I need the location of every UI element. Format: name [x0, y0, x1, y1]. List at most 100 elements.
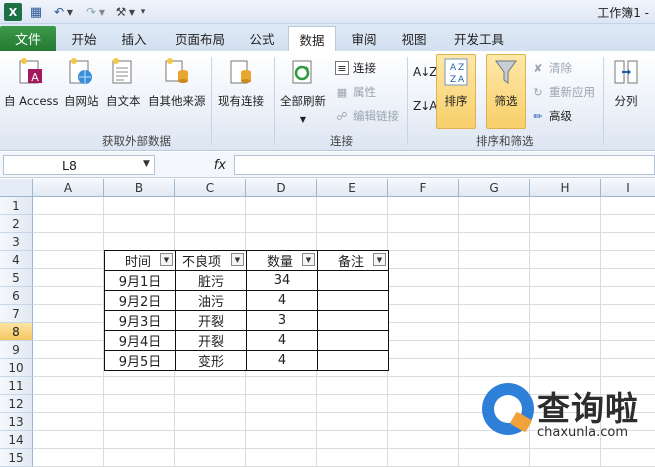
connections-button[interactable]: ≡ 连接 — [335, 60, 376, 76]
row-header-6[interactable]: 6 — [0, 287, 33, 305]
tools-dropdown-icon[interactable]: ▼ — [128, 3, 136, 21]
column-header-g[interactable]: G — [459, 179, 530, 197]
table-cell[interactable]: 变形 — [175, 350, 247, 371]
column-header-i[interactable]: I — [601, 179, 655, 197]
refresh-dropdown-icon[interactable]: ▼ — [300, 115, 306, 124]
table-cell[interactable]: 9月5日 — [104, 350, 176, 371]
table-cell[interactable]: 开裂 — [175, 310, 247, 331]
name-box[interactable]: L8 — [3, 155, 155, 175]
table-cell[interactable]: 4 — [246, 290, 318, 311]
save-icon[interactable]: ▦ — [27, 3, 45, 21]
sort-ascending-button[interactable]: A↓Z — [413, 65, 438, 79]
column-header-f[interactable]: F — [388, 179, 459, 197]
row-header-5[interactable]: 5 — [0, 269, 33, 287]
table-cell[interactable]: 4 — [246, 330, 318, 351]
gridline-vertical — [458, 197, 459, 467]
tab-file[interactable]: 文件 — [0, 26, 56, 51]
table-cell[interactable]: 3 — [246, 310, 318, 331]
tab-view[interactable]: 视图 — [392, 26, 436, 51]
customize-toolbar-icon[interactable]: ▾ — [138, 3, 148, 21]
filter-dropdown-icon[interactable]: ▼ — [231, 253, 244, 266]
reapply-button[interactable]: ↻ 重新应用 — [531, 84, 595, 100]
column-header-h[interactable]: H — [530, 179, 601, 197]
tab-review[interactable]: 审阅 — [342, 26, 386, 51]
from-access-button[interactable]: A 自 Access — [4, 57, 59, 109]
row-header-12[interactable]: 12 — [0, 395, 33, 413]
table-cell[interactable]: 开裂 — [175, 330, 247, 351]
row-header-7[interactable]: 7 — [0, 305, 33, 323]
row-header-8[interactable]: 8 — [0, 323, 33, 341]
tab-data[interactable]: 数据 — [288, 26, 336, 52]
filter-dropdown-icon[interactable]: ▼ — [302, 253, 315, 266]
column-header-d[interactable]: D — [246, 179, 317, 197]
table-cell[interactable] — [317, 350, 389, 371]
column-header-b[interactable]: B — [104, 179, 175, 197]
from-web-button[interactable]: 自网站 — [64, 57, 99, 109]
sort-az-icon: A↓Z — [413, 65, 438, 79]
ribbon-separator — [211, 57, 212, 145]
filter-dropdown-icon[interactable]: ▼ — [373, 253, 386, 266]
advanced-filter-button[interactable]: ✏ 高级 — [531, 108, 572, 124]
existing-connections-button[interactable]: 现有连接 — [218, 57, 264, 109]
table-cell[interactable]: 脏污 — [175, 270, 247, 291]
table-cell[interactable]: 9月1日 — [104, 270, 176, 291]
ribbon: A 自 Access 自网站 自文本 自其他来源 现有连接 获取外部数据 全部刷… — [0, 51, 655, 151]
name-box-dropdown-icon[interactable]: ▼ — [143, 159, 150, 169]
group-label-get-external: 获取外部数据 — [102, 134, 171, 148]
table-cell[interactable] — [317, 290, 389, 311]
from-other-sources-button[interactable]: 自其他来源 — [148, 57, 206, 109]
table-cell[interactable]: 4 — [246, 350, 318, 371]
tab-home[interactable]: 开始 — [62, 26, 106, 51]
row-header-14[interactable]: 14 — [0, 431, 33, 449]
header-cell-defect[interactable]: 不良项 ▼ — [175, 250, 247, 271]
group-label-connections: 连接 — [330, 134, 353, 148]
select-all-corner[interactable] — [0, 179, 33, 197]
clear-filter-button[interactable]: ✘ 清除 — [531, 60, 572, 76]
row-header-3[interactable]: 3 — [0, 233, 33, 251]
title-bar: X ▦ ↶ ▼ ↷ ▼ ⚒ ▼ ▾ 工作簿1 - — [0, 0, 655, 24]
tab-developer[interactable]: 开发工具 — [446, 26, 512, 51]
table-cell[interactable]: 9月4日 — [104, 330, 176, 351]
filter-dropdown-icon[interactable]: ▼ — [160, 253, 173, 266]
row-header-1[interactable]: 1 — [0, 197, 33, 215]
tab-formulas[interactable]: 公式 — [240, 26, 284, 51]
data-table: 时间 ▼ 不良项 ▼ 数量 ▼ 备注 ▼ 9月1日 脏污 34 9月2日 油污 4 9月… — [104, 250, 389, 371]
table-cell[interactable] — [317, 330, 389, 351]
table-cell[interactable] — [317, 270, 389, 291]
sort-button[interactable]: AZZA 排序 — [438, 57, 474, 109]
undo-dropdown-icon[interactable]: ▼ — [66, 3, 74, 21]
insert-function-icon[interactable]: fx — [160, 155, 232, 175]
gridline-horizontal — [33, 448, 655, 449]
column-header-a[interactable]: A — [33, 179, 104, 197]
edit-links-button[interactable]: ☍ 编辑链接 — [335, 108, 399, 124]
row-header-15[interactable]: 15 — [0, 449, 33, 467]
text-to-columns-button[interactable]: 分列 — [612, 57, 640, 109]
from-text-button[interactable]: 自文本 — [106, 57, 141, 109]
redo-dropdown-icon[interactable]: ▼ — [98, 3, 106, 21]
header-cell-quantity[interactable]: 数量 ▼ — [246, 250, 318, 271]
tab-insert[interactable]: 插入 — [112, 26, 156, 51]
refresh-all-button[interactable]: 全部刷新 ▼ — [280, 57, 326, 124]
header-cell-time[interactable]: 时间 ▼ — [104, 250, 176, 271]
watermark-url: chaxunla.com — [537, 425, 628, 440]
properties-button[interactable]: ▦ 属性 — [335, 84, 376, 100]
row-header-11[interactable]: 11 — [0, 377, 33, 395]
sort-descending-button[interactable]: Z↓A — [413, 99, 438, 113]
table-cell[interactable]: 34 — [246, 270, 318, 291]
table-cell[interactable]: 9月3日 — [104, 310, 176, 331]
filter-button[interactable]: 筛选 — [488, 57, 524, 109]
header-cell-note[interactable]: 备注 ▼ — [317, 250, 389, 271]
column-header-c[interactable]: C — [175, 179, 246, 197]
svg-text:A: A — [32, 71, 40, 84]
table-cell[interactable]: 9月2日 — [104, 290, 176, 311]
row-header-13[interactable]: 13 — [0, 413, 33, 431]
row-header-9[interactable]: 9 — [0, 341, 33, 359]
tab-page-layout[interactable]: 页面布局 — [166, 26, 234, 51]
row-header-2[interactable]: 2 — [0, 215, 33, 233]
formula-input[interactable] — [234, 155, 655, 175]
table-cell[interactable]: 油污 — [175, 290, 247, 311]
table-cell[interactable] — [317, 310, 389, 331]
row-header-10[interactable]: 10 — [0, 359, 33, 377]
column-header-e[interactable]: E — [317, 179, 388, 197]
row-header-4[interactable]: 4 — [0, 251, 33, 269]
